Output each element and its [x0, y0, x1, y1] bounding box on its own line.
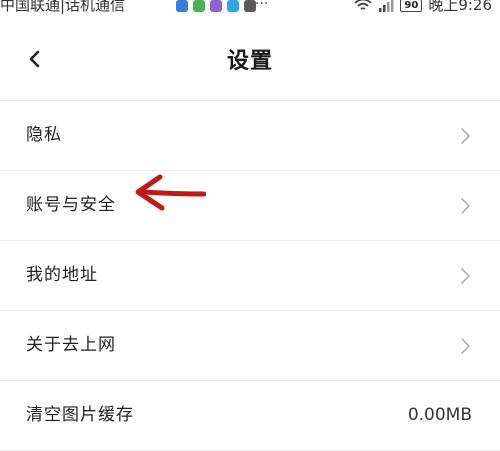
- chevron-right-icon: [461, 128, 470, 144]
- more-notifications-icon: ···: [255, 0, 269, 12]
- battery-icon: 90: [400, 0, 423, 12]
- cache-size-value: 0.00MB: [407, 405, 472, 425]
- chevron-right-icon: [461, 198, 470, 214]
- settings-item-label: 清空图片缓存: [26, 405, 134, 425]
- settings-item-about[interactable]: 关于去上网: [0, 311, 500, 381]
- app-notification-icon: [210, 0, 222, 12]
- settings-item-my-address[interactable]: 我的地址: [0, 241, 500, 311]
- status-bar: 中国联通|话机通信 ··· 90 晚上9:26: [0, 0, 500, 18]
- settings-item-account-security[interactable]: 账号与安全: [0, 171, 500, 241]
- app-notification-icon: [176, 0, 188, 12]
- notification-icons: [176, 0, 256, 12]
- settings-item-clear-image-cache[interactable]: 清空图片缓存 0.00MB: [0, 381, 500, 451]
- wifi-icon: [354, 0, 372, 10]
- page-title: 设置: [226, 49, 273, 74]
- chevron-right-icon: [461, 268, 470, 284]
- settings-item-label: 我的地址: [26, 265, 98, 285]
- settings-item-label: 账号与安全: [26, 195, 116, 215]
- status-right-cluster: 90 晚上9:26: [354, 0, 492, 15]
- app-notification-icon: [227, 0, 239, 12]
- clock-label: 晚上9:26: [428, 0, 492, 14]
- title-bar: 设置: [0, 18, 500, 101]
- settings-item-label: 隐私: [26, 125, 62, 145]
- carrier-label: 中国联通|话机通信: [0, 0, 126, 14]
- app-notification-icon: [193, 0, 205, 12]
- settings-list: 隐私 账号与安全 我的地址 关于去上网 清空图片缓存 0.00MB: [0, 101, 500, 451]
- settings-screen: 中国联通|话机通信 ··· 90 晚上9:26 设置 隐私 账号与安全 我的地址…: [0, 0, 500, 451]
- settings-item-privacy[interactable]: 隐私: [0, 101, 500, 171]
- signal-icon: [379, 0, 394, 12]
- settings-item-label: 关于去上网: [26, 335, 116, 355]
- chevron-right-icon: [461, 338, 470, 354]
